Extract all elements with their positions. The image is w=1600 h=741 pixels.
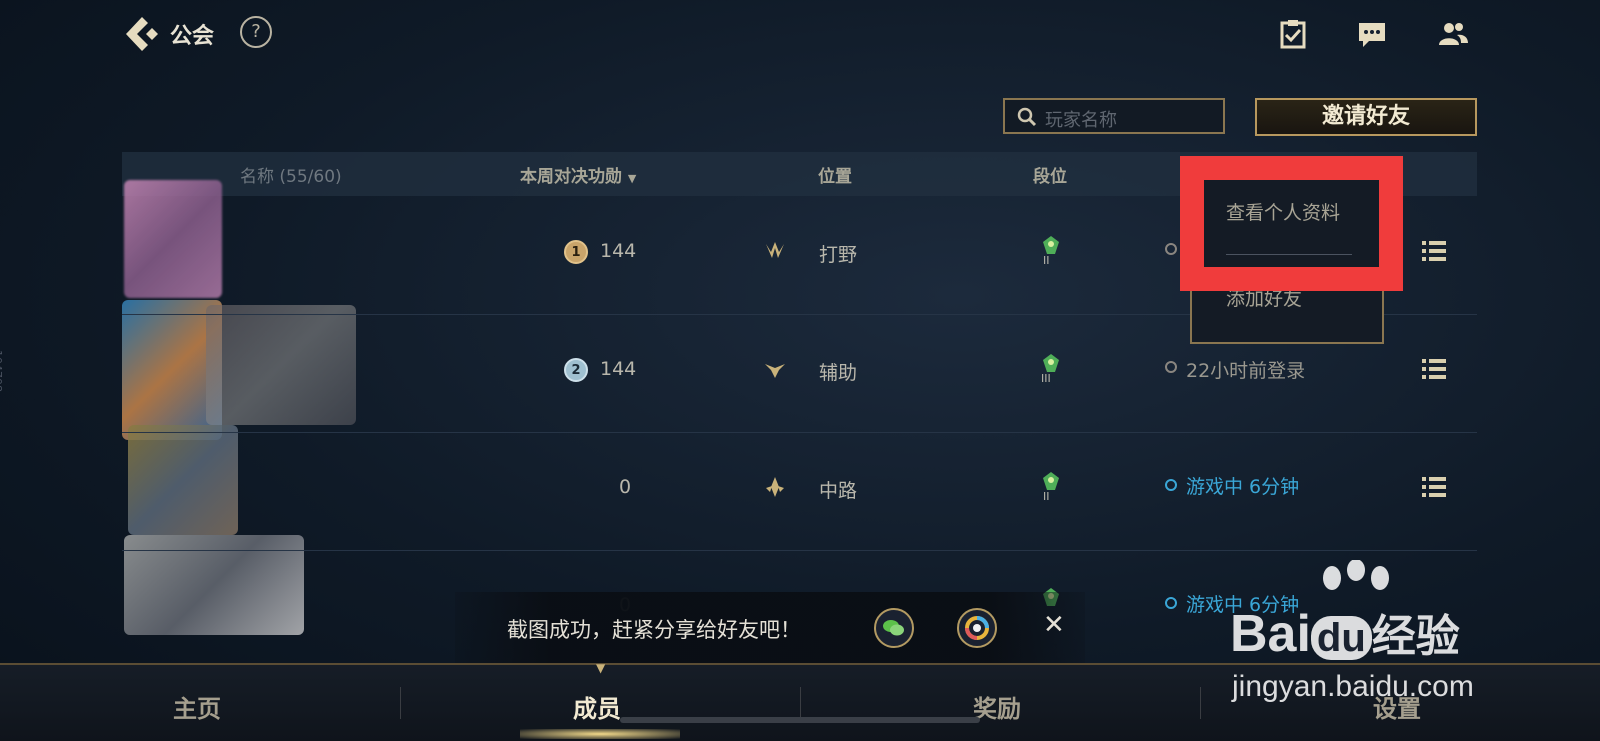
toast-message: 截图成功，赶紧分享给好友吧！ [507,618,801,642]
watermark-brand: Bai [1230,605,1311,663]
rank-badge: 2 [564,358,588,382]
tier-emblem-icon [1043,354,1059,372]
mid-icon [766,477,784,497]
moments-icon [965,616,989,640]
active-indicator-icon: ▼ [596,661,606,675]
col-merit-sort[interactable]: 本周对决功勋 ▼ [520,162,636,187]
row-menu-icon[interactable] [1422,476,1446,498]
tier-value: III [1041,372,1051,385]
watermark-cn: 经验 [1371,612,1460,661]
ingame-dot [1165,597,1177,609]
position-value: 打野 [819,244,858,266]
merit-value: 144 [600,358,637,380]
search-placeholder: 玩家名称 [1045,110,1117,131]
nav-home[interactable]: 主页 [173,689,221,724]
rank-badge: 1 [564,240,588,264]
help-icon[interactable]: ? [240,16,272,48]
login-status: 22小时前登录 [1186,360,1306,382]
highlight-box [1180,156,1403,291]
tier-value: II [1043,254,1050,267]
tier-value: II [1043,490,1050,503]
watermark-brand2: du [1310,616,1372,660]
jungle-icon [766,242,784,258]
row-menu-icon[interactable] [1422,240,1446,262]
col-name: 名称 (55/60) [240,167,342,187]
friends-icon[interactable] [1437,18,1469,50]
nav-divider [800,687,801,719]
position-value: 中路 [819,480,858,502]
offline-dot [1165,361,1177,373]
merit-value: 144 [600,240,637,262]
col-tier: 段位 [1033,167,1067,187]
side-id-label: 104708 [0,350,4,392]
nav-divider [1200,687,1201,719]
wechat-icon [883,620,904,636]
tier-emblem-icon [1043,472,1059,490]
position-value: 辅助 [819,362,858,384]
support-icon [765,364,785,378]
home-indicator [620,717,980,723]
chat-icon[interactable] [1356,18,1388,50]
player-search-input[interactable]: 玩家名称 [1003,98,1225,134]
watermark-url: jingyan.baidu.com [1232,670,1474,703]
invite-friends-button[interactable]: 邀请好友 [1255,98,1477,136]
page-title: 公会 [170,24,215,49]
ingame-dot [1165,479,1177,491]
task-icon[interactable] [1277,18,1309,50]
row-menu-icon[interactable] [1422,358,1446,380]
tier-emblem-icon [1043,236,1059,254]
ingame-status: 游戏中 6分钟 [1186,476,1300,498]
table-row[interactable]: 0 中路 II 游戏中 6分钟 [122,432,1477,551]
merit-value: 0 [618,476,632,498]
nav-divider [400,687,401,719]
active-glow [520,729,680,739]
wechat-share-button[interactable] [874,608,914,648]
search-icon [1017,107,1037,127]
nav-members[interactable]: 成员 [573,689,621,724]
nav-rewards[interactable]: 奖励 [973,689,1021,724]
col-position: 位置 [818,167,852,187]
baidu-paw-icon [1323,560,1389,590]
moments-share-button[interactable] [957,608,997,648]
col-merit-label: 本周对决功勋 [520,167,622,187]
close-icon[interactable]: ✕ [1043,610,1065,640]
sort-down-icon: ▼ [627,172,637,185]
offline-dot [1165,243,1177,255]
back-arrow-icon[interactable] [122,14,162,54]
